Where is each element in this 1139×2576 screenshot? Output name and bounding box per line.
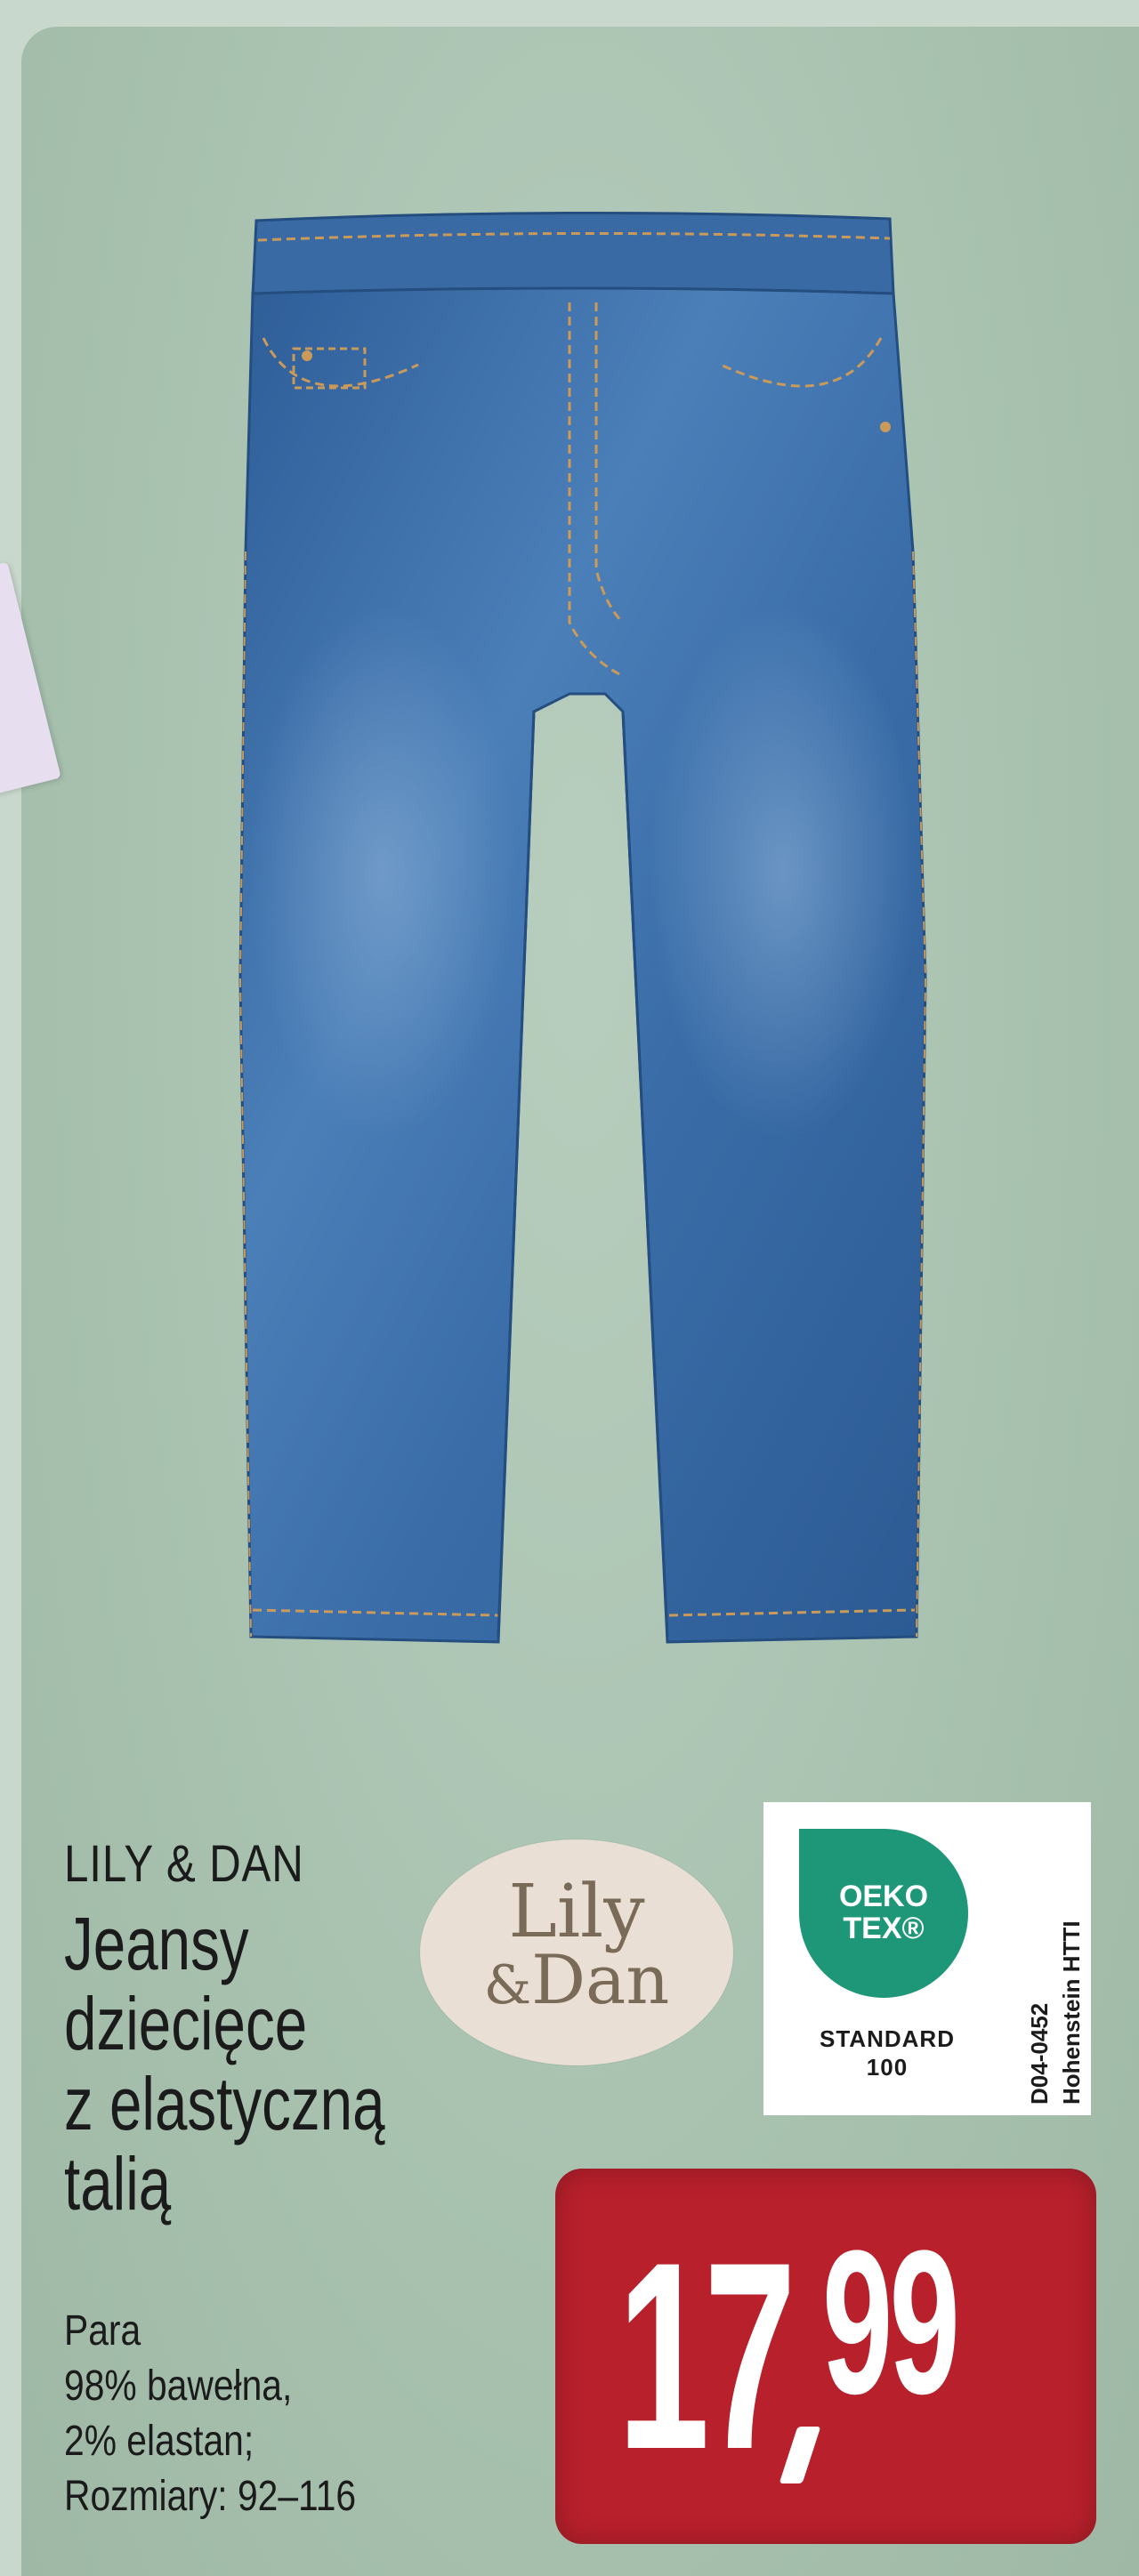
desc-line-1: Para <box>64 2307 141 2355</box>
cert-standard: STANDARD 100 <box>776 2025 998 2081</box>
desc-line-4: Rozmiary: 92–116 <box>64 2473 357 2520</box>
desc-line-3: 2% elastan; <box>64 2418 254 2465</box>
logo-dan: Dan <box>531 1940 670 2019</box>
price-badge: 17 99 <box>555 2169 1096 2544</box>
jeans-illustration <box>238 211 927 1644</box>
oeko-tex-badge-icon: OEKO TEX® <box>799 1829 968 1998</box>
product-description: Para 98% bawełna, 2% elastan; Rozmiary: … <box>64 2304 356 2524</box>
title-line-2: dziecięce <box>64 1982 308 2065</box>
logo-line-2: &Dan <box>420 1944 733 2021</box>
cert-side-line-1: D04-0452 <box>1026 2002 1053 2105</box>
price-cents: 99 <box>822 2208 960 2436</box>
oeko-tex-certificate: OEKO TEX® STANDARD 100 D04-0452 Hohenste… <box>763 1802 1091 2115</box>
cert-side-line-2: Hohenstein HTTI <box>1058 1920 1085 2105</box>
cert-standard-line-2: 100 <box>866 2054 909 2081</box>
logo-ampersand: & <box>483 1954 532 2017</box>
logo-line-1: Lily <box>508 1870 645 1954</box>
price-main: 17 <box>618 2206 796 2505</box>
cert-standard-line-1: STANDARD <box>820 2025 955 2052</box>
desc-line-2: 98% bawełna, <box>64 2363 293 2410</box>
oeko-badge-line-2: TEX® <box>843 1912 925 1945</box>
title-line-4: talią <box>64 2142 172 2226</box>
jeans-image <box>0 0 1139 1690</box>
title-line-1: Jeansy <box>64 1902 249 1985</box>
product-title: Jeansy dziecięce z elastyczną talią <box>64 1902 385 2226</box>
brand-name: LILY & DAN <box>64 1835 304 1893</box>
lily-dan-logo-icon: Lily &Dan <box>420 1839 733 2065</box>
oeko-badge-line-1: OEKO <box>838 1880 929 1913</box>
title-line-3: z elastyczną <box>64 2062 385 2145</box>
cert-side-text: D04-0452 Hohenstein HTTI <box>1023 1820 1087 2105</box>
